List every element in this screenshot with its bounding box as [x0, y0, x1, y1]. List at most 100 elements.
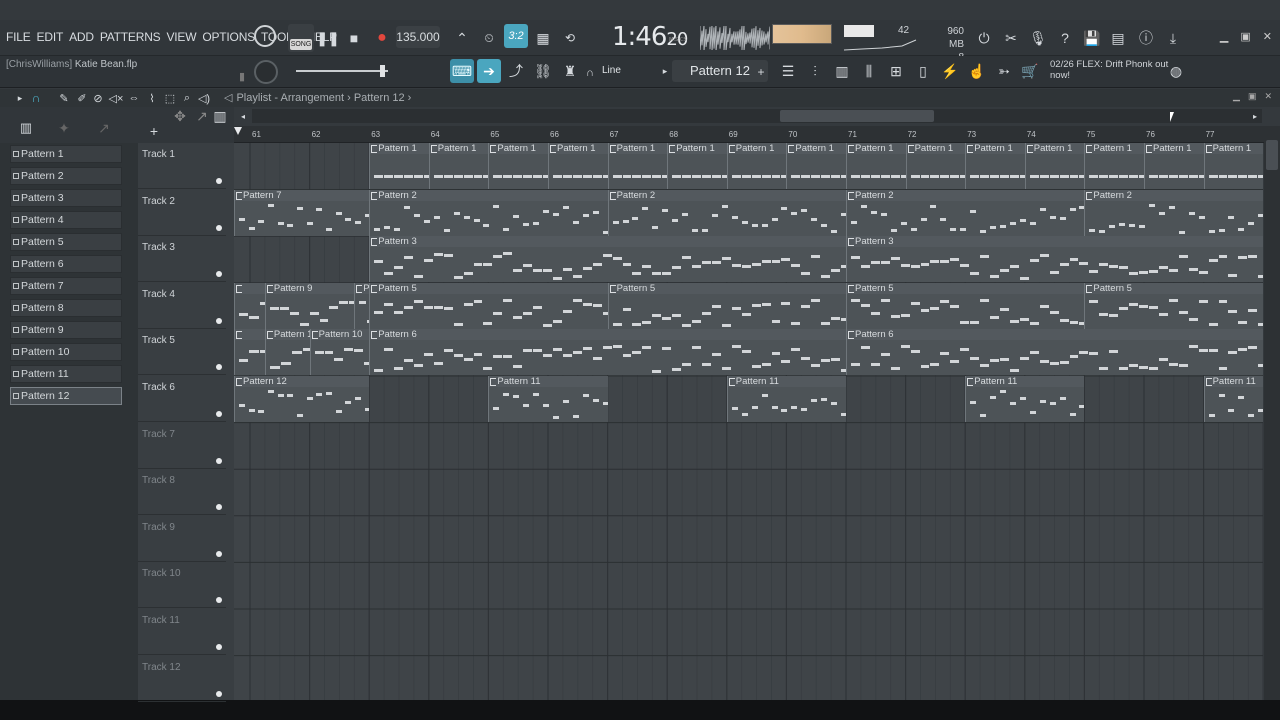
playlist-clip[interactable]: Pattern 1: [607, 143, 668, 189]
piano-icon[interactable]: ▥: [14, 118, 38, 138]
track-header[interactable]: Track 8: [138, 469, 226, 516]
playlist-clip[interactable]: Pattern 5: [369, 282, 608, 329]
playlist-clip[interactable]: Pattern 1: [667, 143, 727, 189]
menu-file[interactable]: FILE: [6, 30, 31, 44]
stamp-icon[interactable]: ♜: [558, 59, 582, 83]
hint-knob-icon[interactable]: [254, 25, 276, 47]
track-active-dot[interactable]: [216, 364, 222, 371]
pattern-song-toggle[interactable]: SONG: [288, 24, 314, 52]
playlist-clip[interactable]: Pattern 1: [786, 143, 846, 189]
track-header[interactable]: Track 6: [138, 376, 226, 422]
menu-add[interactable]: ADD: [69, 30, 94, 44]
add-track-icon[interactable]: +: [145, 121, 163, 141]
playlist-clip[interactable]: Pattern 3: [846, 236, 1263, 283]
move-icon[interactable]: ✥: [168, 108, 192, 124]
countdown-icon[interactable]: 3:2: [504, 24, 528, 48]
playlist-clip[interactable]: Pattern 10: [264, 329, 310, 376]
pattern-item[interactable]: Pattern 9: [10, 321, 122, 339]
track-active-dot[interactable]: [216, 271, 222, 278]
playlist-clip[interactable]: Pattern 2: [846, 189, 1085, 236]
playlist-clip[interactable]: Pattern 11: [965, 376, 1085, 422]
playlist-clip[interactable]: Pattern 1: [965, 143, 1025, 189]
track-header[interactable]: Track 1: [138, 143, 226, 189]
download-icon[interactable]: ⤓: [1161, 26, 1185, 50]
playlist-clip[interactable]: Pattern 10: [309, 329, 370, 376]
playlist-clip[interactable]: Pattern 1: [1084, 143, 1144, 189]
playlist-clip[interactable]: Pattern 11: [726, 376, 846, 422]
playlist-clip[interactable]: Pattern 9: [264, 282, 355, 329]
track-header[interactable]: Track 10: [138, 562, 226, 609]
record-icon[interactable]: ●: [370, 26, 394, 50]
playlist-clip[interactable]: Pattern 7: [234, 189, 370, 236]
playlist-clip[interactable]: Pattern 1: [1144, 143, 1204, 189]
minimize-icon[interactable]: ▁: [1220, 30, 1228, 43]
mixer-icon[interactable]: ⫼: [857, 59, 881, 83]
track-active-dot[interactable]: [216, 690, 222, 697]
pause-icon[interactable]: ❚❚: [316, 26, 340, 50]
track-active-dot[interactable]: [216, 411, 222, 417]
track-active-dot[interactable]: [216, 504, 222, 511]
playlist-clip[interactable]: Pattern 2: [369, 189, 608, 236]
pattern-item[interactable]: Pattern 5: [10, 233, 122, 251]
info-icon[interactable]: ⓘ: [1134, 26, 1158, 50]
channel-rack-icon[interactable]: ▥: [830, 59, 854, 83]
master-volume-knob[interactable]: [254, 60, 278, 84]
track-header[interactable]: Track 11: [138, 609, 226, 655]
pattern-item[interactable]: Pattern 12: [10, 387, 122, 405]
mic-icon[interactable]: 🎙: [1026, 26, 1050, 50]
pattern-item[interactable]: Pattern 1: [10, 145, 122, 163]
track-active-dot[interactable]: [216, 224, 222, 231]
track-header[interactable]: Track 9: [138, 516, 226, 562]
audio-icon[interactable]: ✦: [52, 118, 76, 138]
track-header[interactable]: Track 12: [138, 656, 226, 702]
pattern-item[interactable]: Pattern 11: [10, 365, 122, 383]
lock-icon[interactable]: ▮: [230, 64, 254, 88]
track-header[interactable]: Track 3: [138, 236, 226, 283]
playlist-clip[interactable]: Pattern 1: [1203, 143, 1263, 189]
link-icon[interactable]: ⛓: [531, 59, 555, 83]
pattern-view-icon[interactable]: ▥: [208, 108, 232, 124]
menu-edit[interactable]: EDIT: [37, 30, 64, 44]
pattern-item[interactable]: Pattern 2: [10, 167, 122, 185]
metronome-icon[interactable]: ⌃: [450, 26, 474, 50]
pattern-item[interactable]: Pattern 10: [10, 343, 122, 361]
track-active-dot[interactable]: [216, 550, 222, 557]
playlist-clip[interactable]: Pattern 3: [369, 236, 846, 283]
playhead-marker[interactable]: [234, 127, 242, 135]
track-active-dot[interactable]: [216, 317, 222, 324]
playlist-clip[interactable]: Pattern 1: [488, 143, 548, 189]
automation-icon[interactable]: ↗: [92, 118, 116, 138]
help-icon[interactable]: ?: [1053, 26, 1077, 50]
slider-handle[interactable]: [380, 65, 385, 77]
playlist-clip[interactable]: Pattern 1: [1024, 143, 1085, 189]
track-active-dot[interactable]: [216, 457, 222, 464]
step-edit-icon[interactable]: ▦: [531, 26, 555, 50]
track-active-dot[interactable]: [216, 644, 222, 650]
vertical-scrollbar[interactable]: [1264, 126, 1280, 700]
add-pattern-icon[interactable]: +: [752, 60, 770, 84]
playlist-clip[interactable]: Pattern 12: [234, 376, 370, 422]
stop-icon[interactable]: ■: [342, 26, 366, 50]
playlist-clip[interactable]: Pattern 1: [726, 143, 787, 189]
playlist-clip[interactable]: [234, 329, 265, 376]
track-header[interactable]: Track 4: [138, 283, 226, 329]
playlist-clip[interactable]: Pattern 1: [905, 143, 966, 189]
loop-record-icon[interactable]: ⟲: [558, 26, 582, 50]
project-notes-icon[interactable]: ▯: [911, 59, 935, 83]
track-header[interactable]: Track 2: [138, 190, 226, 236]
playlist-maximize-icon[interactable]: ▣: [1248, 91, 1257, 102]
undo-icon[interactable]: ⏻: [972, 26, 996, 50]
playback-tool-icon[interactable]: ◁): [192, 89, 216, 107]
playlist-clip[interactable]: Pattern 1: [428, 143, 489, 189]
close-icon[interactable]: ✕: [1263, 30, 1272, 43]
prev-pattern-icon[interactable]: ▸: [658, 62, 672, 80]
globe-icon[interactable]: ◍: [1164, 59, 1188, 83]
playlist-icon[interactable]: ☰: [776, 59, 800, 83]
tempo-display[interactable]: 135.000: [396, 26, 440, 48]
playlist-clip[interactable]: P.. 9: [354, 282, 370, 329]
playlist-clip[interactable]: Pattern 1: [369, 143, 429, 189]
pattern-item[interactable]: Pattern 6: [10, 255, 122, 273]
menu-view[interactable]: VIEW: [166, 30, 196, 44]
playlist-clip[interactable]: Pattern 2: [607, 189, 846, 236]
track-active-dot[interactable]: [216, 597, 222, 604]
